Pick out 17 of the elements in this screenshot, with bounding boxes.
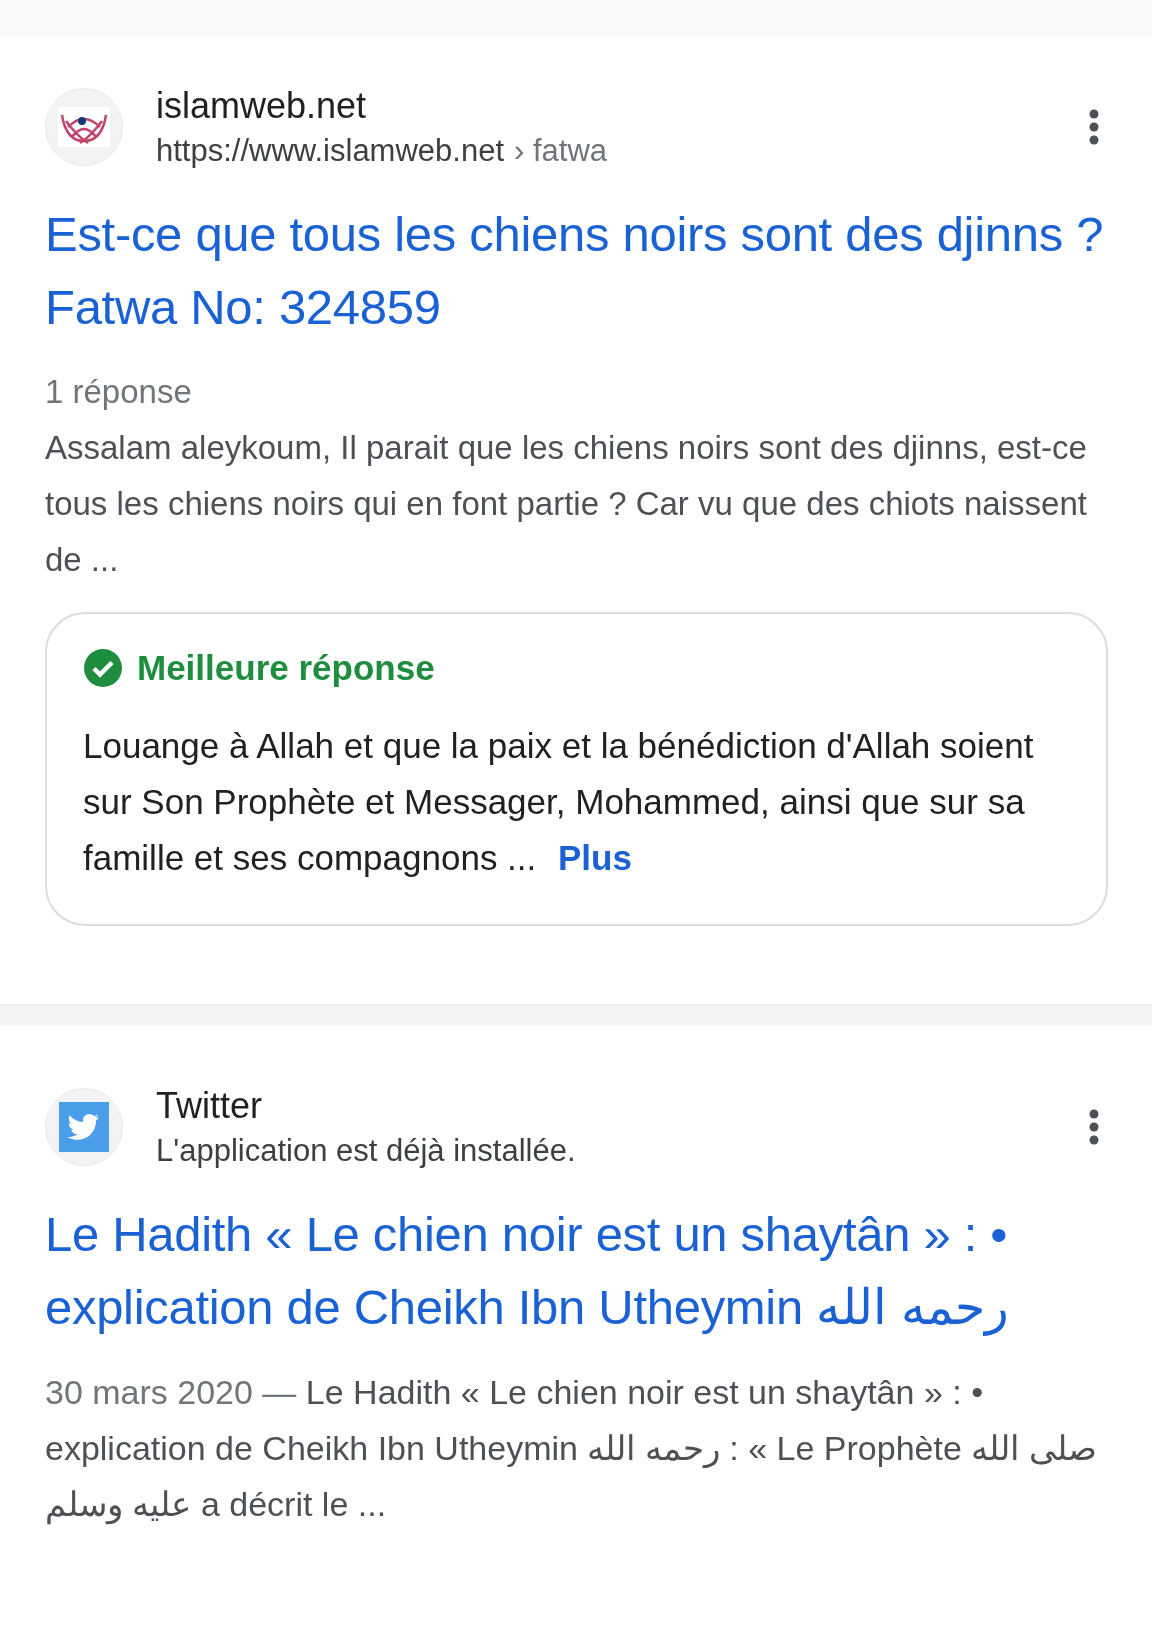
more-options-icon[interactable] [1088,109,1100,145]
url-path: › fatwa [514,132,608,170]
result-snippet: Assalam aleykoum, Il parait que les chiens noirs sont des djinns, est-ce tous les chiens noirs qui en font partie ? Car vu que des chiots naissent de ... [45,428,1088,580]
more-link[interactable]: Plus [558,838,632,877]
globe-logo-icon [58,107,110,147]
check-circle-icon [83,648,123,688]
bird-logo-icon [59,1102,109,1152]
result-title-link[interactable]: Est-ce que tous les chiens noirs sont des djinns ? Fatwa No: 324859 [45,198,1108,344]
app-installed-note: L'application est déjà installée. [156,1132,577,1170]
best-answer-text: Louange à Allah et que la paix et la bénédiction d'Allah soient sur Son Prophète et Messager, Mohammed, ainsi que sur sa famille et ses compagnons ... Plus [83,725,1035,879]
result-title-link[interactable]: Le Hadith « Le chien noir est un shaytân » : • explication de Cheikh Ibn Utheymin رحمه الله [45,1198,1108,1344]
more-options-icon[interactable] [1088,1109,1100,1145]
answer-count: 1 réponse [45,372,193,412]
site-name: Twitter [156,1084,263,1128]
site-url: https://www.islamweb.net [156,132,505,170]
best-answer-label: Meilleure réponse [137,647,435,689]
site-name: islamweb.net [156,84,368,128]
